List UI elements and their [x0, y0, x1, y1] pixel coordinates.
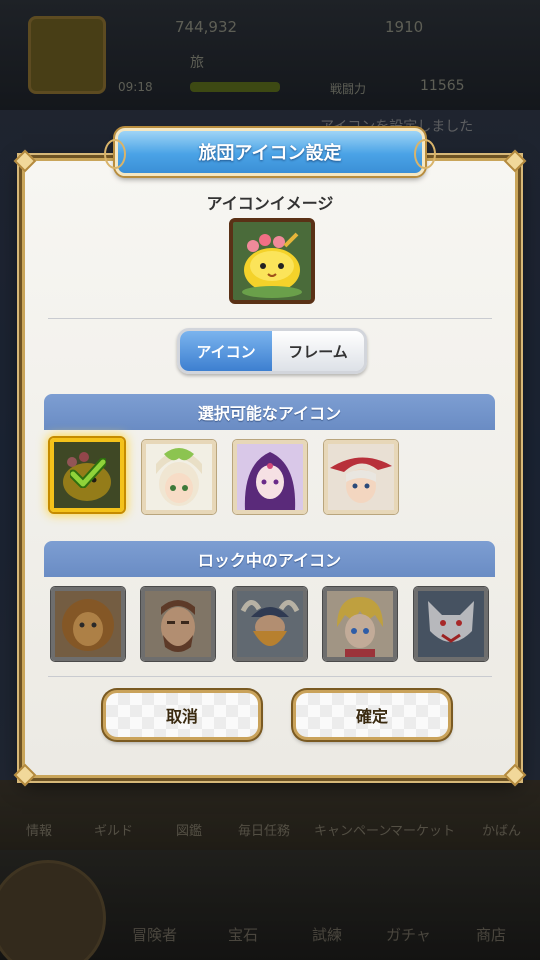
purple-hair-woman-icon: [237, 444, 303, 510]
tab-frame[interactable]: フレーム: [272, 331, 364, 371]
available-icon-leaf-girl[interactable]: [142, 440, 216, 514]
locked-icon-bearded-man[interactable]: [141, 587, 215, 661]
dialog-title: 旅団アイコン設定: [104, 128, 436, 176]
lion-warrior-icon: [55, 591, 121, 657]
locked-icon-horned-dwarf[interactable]: [233, 587, 307, 661]
leaf-hair-girl-icon: [146, 444, 212, 510]
wolf-beast-icon: [418, 591, 484, 657]
icon-frame-toggle: アイコン フレーム: [177, 328, 367, 374]
available-icons-header: 選択可能なアイコン: [44, 394, 495, 430]
available-icon-purple-woman[interactable]: [233, 440, 307, 514]
red-hat-swordsman-icon: [328, 444, 394, 510]
locked-icon-wolf[interactable]: [414, 587, 488, 661]
horned-dwarf-icon: [237, 591, 303, 657]
bearded-man-icon: [145, 591, 211, 657]
icon-image-label: アイコンイメージ: [206, 194, 334, 213]
divider: [48, 318, 492, 319]
locked-icons-header: ロック中のアイコン: [44, 541, 495, 577]
tab-icon[interactable]: アイコン: [180, 331, 272, 371]
available-icon-yellow-blob[interactable]: [50, 438, 124, 512]
locked-icon-lion[interactable]: [51, 587, 125, 661]
yellow-blob-icon: [233, 222, 311, 300]
divider: [48, 676, 492, 677]
confirm-button[interactable]: 確定: [293, 690, 451, 740]
checkmark-icon: [70, 458, 106, 488]
cancel-button[interactable]: 取消: [103, 690, 261, 740]
icon-preview: [229, 218, 315, 304]
blonde-boy-icon: [327, 591, 393, 657]
available-icon-red-hat-swordsman[interactable]: [324, 440, 398, 514]
locked-icon-blonde-boy[interactable]: [323, 587, 397, 661]
